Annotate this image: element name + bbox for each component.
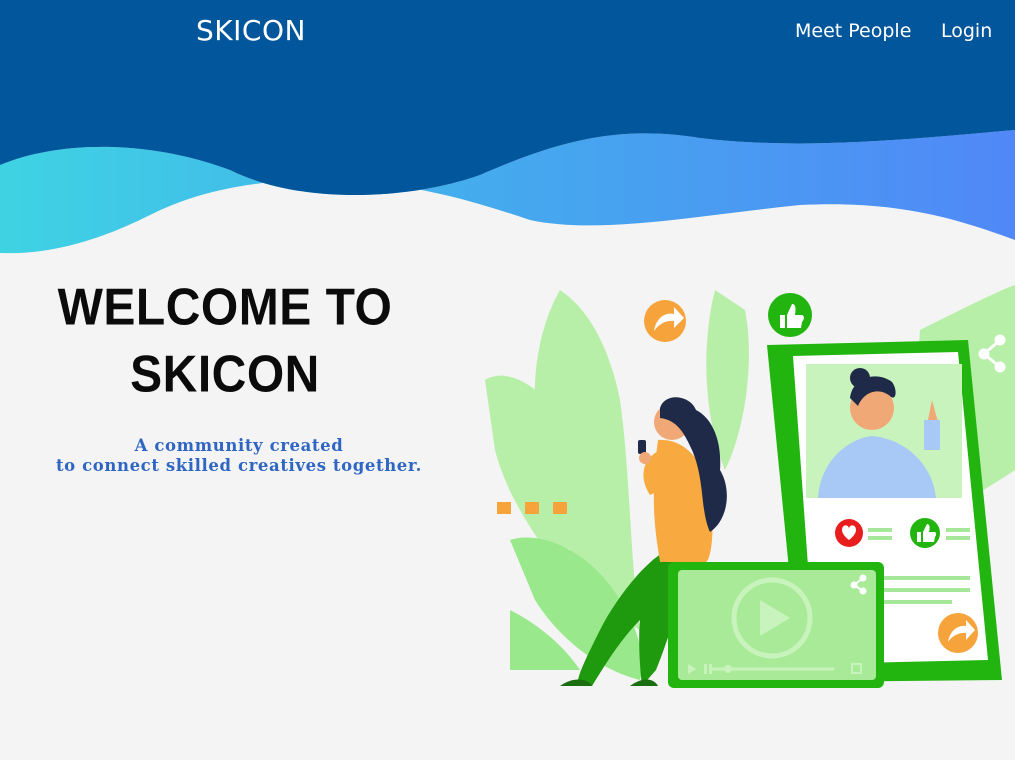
video-card[interactable] [668,562,884,688]
brand-logo[interactable]: SKICON [196,14,306,47]
hero-title-line2: SKICON [130,346,320,404]
hero-title: WELCOME TO SKICON [40,275,410,409]
decor-dots [497,502,567,514]
nav-login[interactable]: Login [941,20,992,42]
nav-meet-people[interactable]: Meet People [795,20,911,42]
header-banner: SKICON Meet People Login [0,0,1015,260]
tagline-line2: to connect skilled creatives together. [55,456,423,475]
hero-title-line1: WELCOME TO [57,279,393,337]
hero-illustration [485,285,1015,688]
hero-tagline: A community created to connect skilled c… [10,436,468,476]
tagline-line1: A community created [134,436,344,455]
